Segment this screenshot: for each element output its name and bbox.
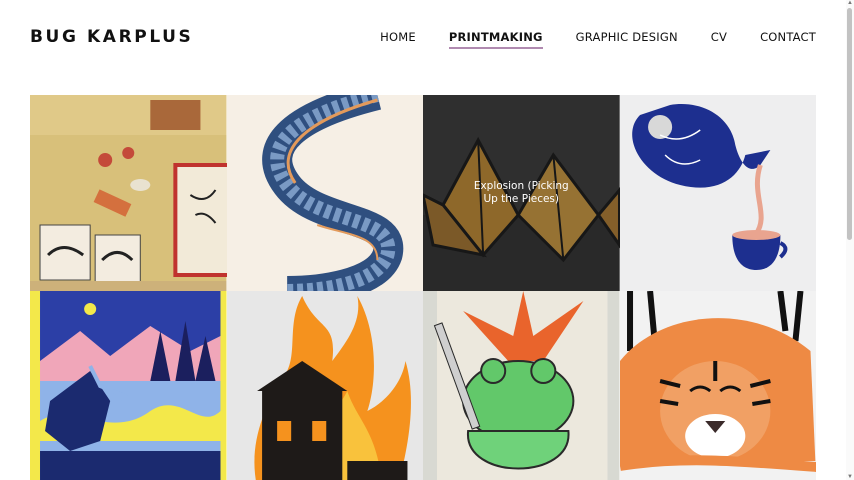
gallery-item-lake-scene[interactable] [30,291,227,480]
gallery-item-tiger-studio[interactable] [30,95,227,291]
nav-home[interactable]: HOME [380,30,416,49]
gallery-grid: Explosion (Picking Up the Pieces) [30,95,816,480]
nav-contact[interactable]: CONTACT [760,30,816,49]
blue-teapot-image [619,95,816,291]
main-nav: HOME PRINTMAKING GRAPHIC DESIGN CV CONTA… [380,30,816,49]
gallery-item-frog-samurai[interactable] [423,291,620,480]
lake-scene-print-image [30,291,227,480]
scrollbar-thumb[interactable] [847,8,852,240]
site-header: BUG KARPLUS HOME PRINTMAKING GRAPHIC DES… [0,0,846,80]
gallery-item-explosion[interactable]: Explosion (Picking Up the Pieces) [423,95,620,291]
site-logo[interactable]: BUG KARPLUS [30,27,193,47]
tiger-print-studio-image [30,95,227,291]
gallery-item-blue-ribbon[interactable] [226,95,423,291]
scroll-up-arrow-icon[interactable]: ▲ [846,0,854,6]
scroll-down-arrow-icon[interactable]: ▼ [846,474,854,480]
burning-house-print-image [226,291,423,480]
gallery-item-teapot[interactable] [619,95,816,291]
gallery-item-burning-house[interactable] [226,291,423,480]
tiger-head-print-image [619,291,816,480]
nav-cv[interactable]: CV [711,30,727,49]
item-caption: Explosion (Picking Up the Pieces) [473,180,569,205]
page-scrollbar[interactable]: ▲ ▼ [846,0,854,480]
frog-samurai-print-image [423,291,620,480]
nav-graphic-design[interactable]: GRAPHIC DESIGN [576,30,678,49]
gallery-item-tiger-head[interactable] [619,291,816,480]
nav-printmaking[interactable]: PRINTMAKING [448,30,543,49]
item-hover-overlay: Explosion (Picking Up the Pieces) [423,95,620,291]
blue-ribbon-s-image [226,95,423,291]
